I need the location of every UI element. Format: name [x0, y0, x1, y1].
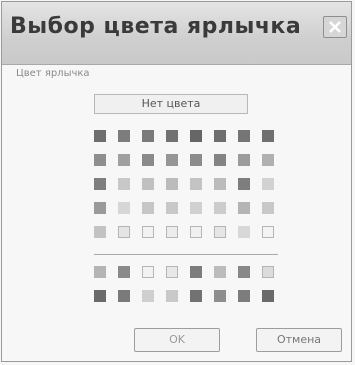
- color-swatch[interactable]: [118, 130, 130, 142]
- color-swatch[interactable]: [238, 202, 250, 214]
- color-swatch[interactable]: [190, 154, 202, 166]
- title-bar: Выбор цвета ярлычка: [2, 2, 351, 65]
- color-swatch[interactable]: [166, 226, 178, 238]
- color-swatch[interactable]: [190, 266, 202, 278]
- close-button[interactable]: [323, 16, 347, 38]
- color-swatch[interactable]: [238, 290, 250, 302]
- color-swatch[interactable]: [94, 202, 106, 214]
- color-swatch[interactable]: [214, 202, 226, 214]
- color-swatch[interactable]: [166, 202, 178, 214]
- tab-color-dialog: Выбор цвета ярлычка Цвет ярлычка Нет цве…: [1, 1, 352, 362]
- color-swatch[interactable]: [166, 178, 178, 190]
- color-swatch[interactable]: [166, 290, 178, 302]
- color-swatch[interactable]: [214, 130, 226, 142]
- color-swatch[interactable]: [214, 178, 226, 190]
- color-swatch[interactable]: [190, 290, 202, 302]
- cancel-button[interactable]: Отмена: [256, 328, 342, 352]
- color-swatch[interactable]: [190, 202, 202, 214]
- color-swatch[interactable]: [238, 226, 250, 238]
- color-swatch[interactable]: [262, 266, 274, 278]
- color-swatch[interactable]: [262, 290, 274, 302]
- color-swatch[interactable]: [142, 130, 154, 142]
- color-swatch[interactable]: [190, 178, 202, 190]
- color-swatch[interactable]: [166, 130, 178, 142]
- color-swatch[interactable]: [94, 178, 106, 190]
- ok-button[interactable]: OK: [134, 328, 220, 352]
- color-swatch[interactable]: [142, 154, 154, 166]
- color-swatch[interactable]: [142, 178, 154, 190]
- color-swatch[interactable]: [118, 266, 130, 278]
- tab-color-label: Цвет ярлычка: [16, 68, 90, 79]
- color-swatch[interactable]: [118, 290, 130, 302]
- color-swatch[interactable]: [118, 226, 130, 238]
- color-swatch[interactable]: [94, 266, 106, 278]
- color-swatch[interactable]: [118, 178, 130, 190]
- palette-divider: [94, 254, 278, 255]
- color-swatch[interactable]: [94, 154, 106, 166]
- color-swatch[interactable]: [142, 202, 154, 214]
- color-swatch[interactable]: [214, 154, 226, 166]
- color-swatch[interactable]: [262, 202, 274, 214]
- color-swatch[interactable]: [238, 178, 250, 190]
- color-swatch[interactable]: [118, 154, 130, 166]
- close-icon: [329, 21, 341, 33]
- color-swatch[interactable]: [238, 266, 250, 278]
- color-swatch[interactable]: [166, 266, 178, 278]
- color-swatch[interactable]: [262, 178, 274, 190]
- color-swatch[interactable]: [214, 290, 226, 302]
- color-swatch[interactable]: [142, 290, 154, 302]
- color-swatch[interactable]: [262, 226, 274, 238]
- color-swatch[interactable]: [190, 226, 202, 238]
- color-swatch[interactable]: [166, 154, 178, 166]
- color-swatch[interactable]: [238, 154, 250, 166]
- dialog-title: Выбор цвета ярлычка: [10, 14, 302, 39]
- color-swatch[interactable]: [142, 226, 154, 238]
- color-swatch[interactable]: [214, 226, 226, 238]
- color-swatch[interactable]: [142, 266, 154, 278]
- no-color-button[interactable]: Нет цвета: [94, 94, 248, 114]
- color-swatch[interactable]: [262, 154, 274, 166]
- color-swatch[interactable]: [238, 130, 250, 142]
- color-swatch[interactable]: [214, 266, 226, 278]
- color-swatch[interactable]: [118, 202, 130, 214]
- color-swatch[interactable]: [94, 290, 106, 302]
- color-swatch[interactable]: [262, 130, 274, 142]
- color-swatch[interactable]: [190, 130, 202, 142]
- color-swatch[interactable]: [94, 226, 106, 238]
- color-swatch[interactable]: [94, 130, 106, 142]
